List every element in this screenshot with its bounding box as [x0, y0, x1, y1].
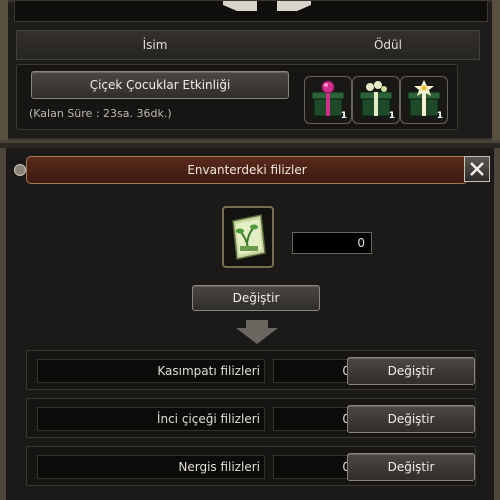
top-bar: [14, 0, 488, 22]
sprout-name: Kasımpatı filizleri: [37, 359, 265, 383]
reward-qty: 1: [388, 111, 395, 121]
reward-item[interactable]: 1: [304, 76, 352, 124]
sprout-row: Nergis filizleri 0 Değiştir: [26, 446, 476, 486]
close-icon: [470, 162, 484, 176]
event-panel: İsim Ödül Çiçek Çocuklar Etkinliği (Kala…: [0, 0, 500, 143]
frame-left: [0, 0, 8, 140]
pin-icon: [14, 164, 26, 176]
reward-item[interactable]: 1: [400, 76, 448, 124]
remaining-time: (Kalan Süre : 23sa. 36dk.): [29, 107, 172, 120]
name-column-header: İsim: [142, 38, 168, 52]
sprout-count: 0: [273, 455, 355, 479]
change-button[interactable]: Değiştir: [347, 357, 475, 385]
sprout-count-field: 0: [292, 232, 372, 254]
reward-qty: 1: [340, 111, 347, 121]
down-arrow-icon: [236, 320, 278, 344]
sprout-count: 0: [273, 359, 355, 383]
window-title: Envanterdeki filizler: [26, 156, 468, 184]
arrow-right-icon[interactable]: [277, 1, 311, 11]
event-table-header: İsim Ödül: [16, 30, 480, 60]
sprout-name: Nergis filizleri: [37, 455, 265, 479]
close-button[interactable]: [464, 156, 490, 182]
reward-item[interactable]: 1: [352, 76, 400, 124]
sprout-name: İnci çiçeği filizleri: [37, 407, 265, 431]
sprout-count: 0: [273, 407, 355, 431]
change-button[interactable]: Değiştir: [347, 453, 475, 481]
arrow-left-icon[interactable]: [223, 1, 257, 11]
inventory-window: Envanterdeki filizler 0 Değiştir Kasımpa…: [0, 148, 500, 500]
event-button[interactable]: Çiçek Çocuklar Etkinliği: [31, 71, 289, 99]
sprout-item-slot[interactable]: [222, 206, 274, 268]
frame-right: [492, 0, 500, 140]
reward-qty: 1: [436, 111, 443, 121]
sprout-row: İnci çiçeği filizleri 0 Değiştir: [26, 398, 476, 438]
sprout-seed-packet-icon: [232, 214, 266, 260]
reward-column-header: Ödül: [373, 38, 402, 52]
change-button[interactable]: Değiştir: [347, 405, 475, 433]
sprout-row: Kasımpatı filizleri 0 Değiştir: [26, 350, 476, 390]
change-button[interactable]: Değiştir: [192, 285, 320, 311]
